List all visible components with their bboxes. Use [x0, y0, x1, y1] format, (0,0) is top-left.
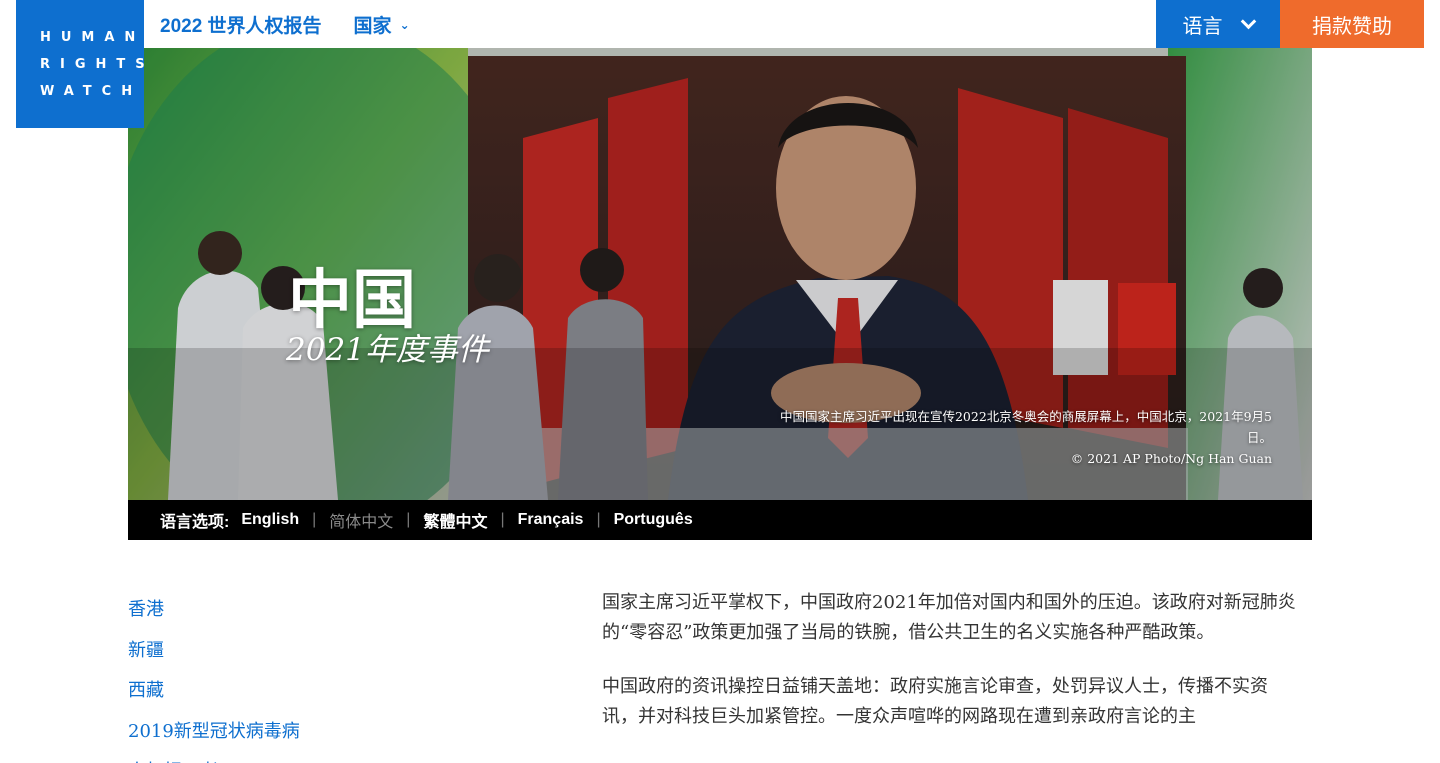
logo-line-human: HUMAN [40, 29, 146, 45]
chevron-down-icon [1240, 13, 1256, 29]
related-link-human-rights-defenders[interactable]: 人权捍卫者 [128, 752, 300, 763]
language-label: 语言 [1182, 15, 1223, 38]
language-option-simplified-chinese: 简体中文 [329, 514, 394, 531]
logo-line-rights: RIGHTS [40, 56, 155, 72]
related-link-hong-kong[interactable]: 香港 [128, 590, 300, 631]
article-paragraph: 国家主席习近平掌权下，中国政府2021年加倍对国内和国外的压迫。该政府对新冠肺炎… [602, 592, 1296, 643]
related-link-xinjiang[interactable]: 新疆 [128, 631, 300, 672]
language-option-english[interactable]: English [241, 511, 299, 529]
hrw-logo[interactable]: HUMAN RIGHTS WATCH [16, 0, 155, 128]
page-subtitle: 2021年度事件 [286, 332, 489, 368]
top-navigation: 2022 世界人权报告 国家 ⌄ 语言 捐款赞助 [144, 0, 1424, 48]
related-link-covid19[interactable]: 2019新型冠状病毒病 [128, 712, 300, 753]
related-link-tibet[interactable]: 西藏 [128, 671, 300, 712]
report-title-link[interactable]: 2022 世界人权报告 [160, 11, 322, 38]
countries-label: 国家 [353, 15, 392, 37]
hero-banner: 中国 2021年度事件 中国国家主席习近平出现在宣传2022北京冬奥会的商展屏幕… [128, 48, 1312, 500]
language-options-label: 语言选项: [160, 514, 230, 531]
separator: | [500, 511, 505, 528]
article-paragraph: 中国政府的资讯操控日益铺天盖地：政府实施言论审查，处罚异议人士，传播不实资讯，并… [602, 676, 1268, 727]
separator: | [312, 511, 317, 528]
countries-menu[interactable]: 国家 ⌄ [354, 11, 410, 38]
language-options-bar: 语言选项: English | 简体中文 | 繁體中文 | Français |… [128, 500, 1312, 540]
page-title: 中国 [288, 263, 416, 338]
logo-line-watch: WATCH [40, 83, 143, 99]
photo-caption: 中国国家主席习近平出现在宣传2022北京冬奥会的商展屏幕上，中国北京，2021年… [772, 406, 1272, 469]
caption-credit: © 2021 AP Photo/Ng Han Guan [1070, 451, 1272, 466]
chevron-down-icon: ⌄ [399, 18, 410, 32]
caption-text: 中国国家主席习近平出现在宣传2022北京冬奥会的商展屏幕上，中国北京，2021年… [779, 409, 1272, 445]
language-option-french[interactable]: Français [518, 511, 584, 529]
language-menu-button[interactable]: 语言 [1156, 0, 1280, 48]
language-option-traditional-chinese[interactable]: 繁體中文 [423, 508, 487, 532]
related-links: 香港 新疆 西藏 2019新型冠状病毒病 人权捍卫者 [128, 590, 300, 763]
separator: | [596, 511, 601, 528]
donate-button[interactable]: 捐款赞助 [1280, 0, 1424, 48]
article-body: 国家主席习近平掌权下，中国政府2021年加倍对国内和国外的压迫。该政府对新冠肺炎… [602, 588, 1302, 756]
separator: | [406, 511, 411, 528]
language-option-portuguese[interactable]: Português [614, 511, 693, 529]
